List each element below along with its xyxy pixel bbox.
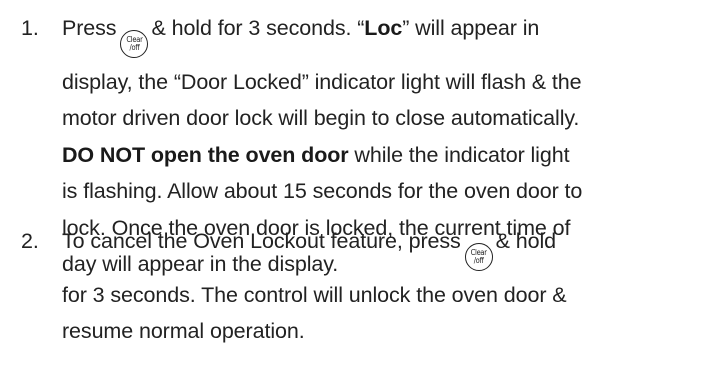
step-line: resume normal operation. <box>62 319 305 343</box>
step-line: motor driven door lock will begin to clo… <box>62 106 580 130</box>
step-number: 1. <box>21 16 39 40</box>
step-line: To cancel the Oven Lockout feature, pres… <box>62 223 722 271</box>
step-text-segment: while the indicator light <box>348 142 570 167</box>
step-text-segment: To cancel the Oven Lockout feature, pres… <box>62 229 461 253</box>
clear-off-button-icon: Clear/off <box>120 29 149 58</box>
step-text-segment: & hold for 3 seconds. “ <box>151 16 365 40</box>
display-code-loc: Loc <box>364 16 403 40</box>
clear-off-button-icon: Clear/off <box>464 242 493 271</box>
warning-text: DO NOT open the oven door <box>62 142 349 167</box>
step-line: for 3 seconds. The control will unlock t… <box>62 282 567 307</box>
step-line: Press Clear/off & hold for 3 seconds. “Loc… <box>62 10 722 58</box>
clear-off-bottom-text: /off <box>129 42 140 52</box>
step-line: DO NOT open the oven door while the indi… <box>62 137 722 174</box>
step-line: display, the “Door Locked” indicator lig… <box>62 69 582 94</box>
clear-off-bottom-text: /off <box>473 255 484 265</box>
step-number: 2. <box>21 229 39 253</box>
step-text-segment: Press <box>62 16 117 40</box>
step-line: is flashing. Allow about 15 seconds for … <box>62 179 583 203</box>
step-text-segment: ” will appear in <box>402 16 540 40</box>
step-text: To cancel the Oven Lockout feature, pres… <box>62 223 722 350</box>
step-text-segment: & hold <box>495 229 557 253</box>
